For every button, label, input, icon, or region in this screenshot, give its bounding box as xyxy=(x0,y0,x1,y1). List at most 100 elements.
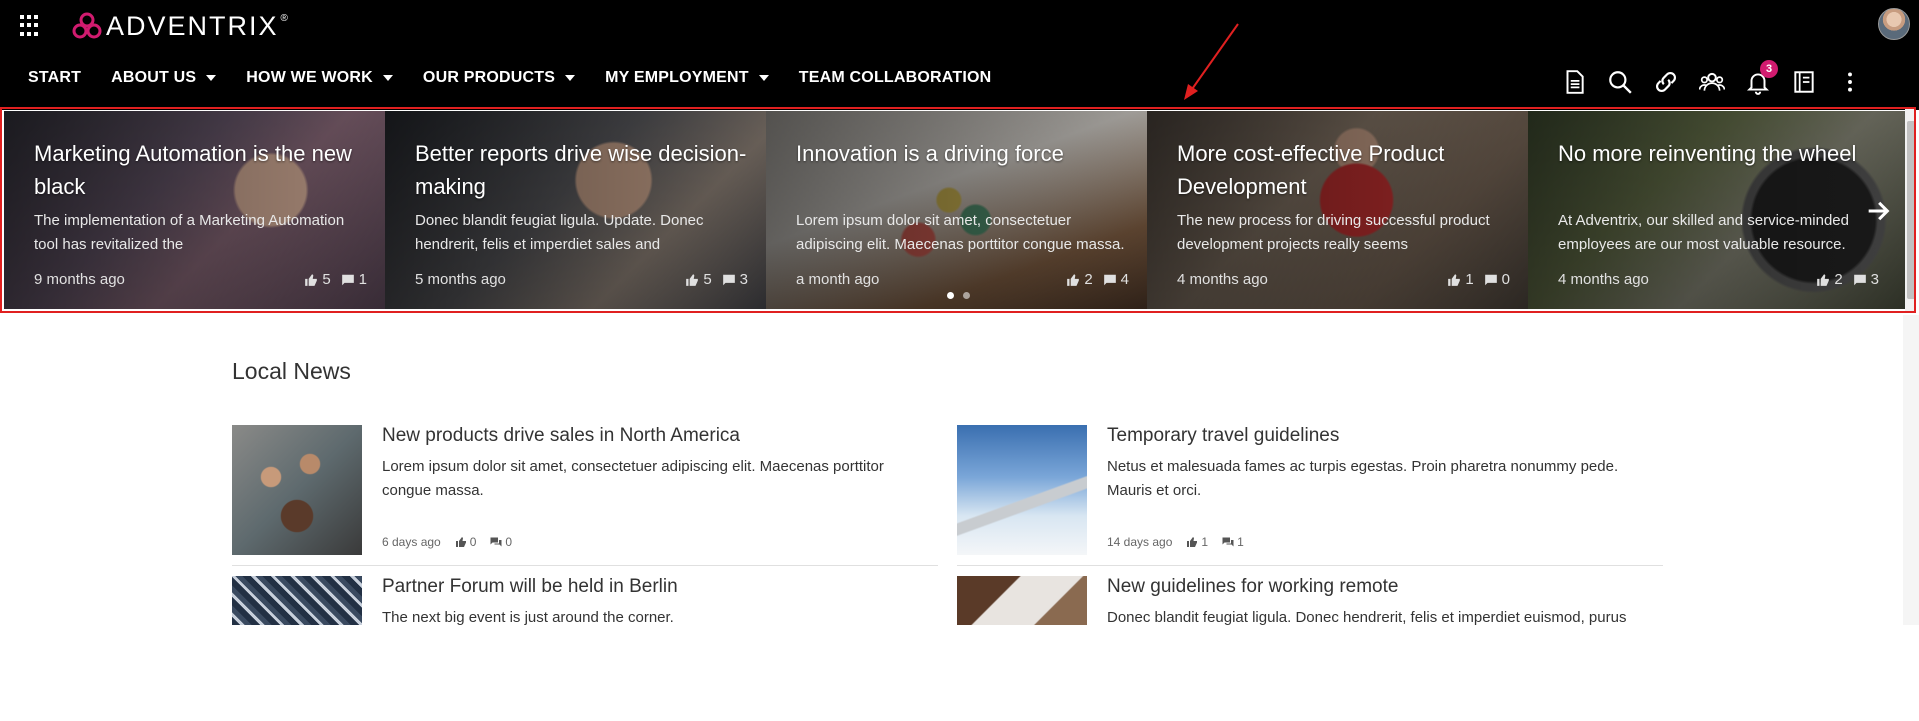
slide-excerpt: Donec blandit feugiat ligula. Update. Do… xyxy=(415,212,704,253)
news-excerpt: The next big event is just around the co… xyxy=(382,609,674,626)
carousel-slide[interactable]: More cost-effective Product Development … xyxy=(1147,111,1528,309)
document-button[interactable] xyxy=(1560,68,1588,96)
more-vertical-icon xyxy=(1848,72,1852,92)
notification-badge: 3 xyxy=(1760,60,1778,78)
search-icon xyxy=(1609,71,1632,94)
comment-icon xyxy=(1103,274,1116,285)
nav-about-us[interactable]: ABOUT US xyxy=(111,69,217,87)
notebook-button[interactable] xyxy=(1790,68,1818,96)
news-item[interactable]: New products drive sales in North Americ… xyxy=(232,425,938,570)
news-divider xyxy=(957,565,1663,566)
carousel-dot[interactable] xyxy=(947,292,954,299)
logo-mark-icon xyxy=(72,12,102,39)
slide-stats: 2 4 xyxy=(1056,271,1129,288)
slide-excerpt: The new process for driving successful p… xyxy=(1177,212,1490,253)
comment-icon xyxy=(1484,274,1497,285)
slide-stats: 2 3 xyxy=(1806,271,1879,288)
news-date: 14 days ago xyxy=(1107,535,1173,549)
slide-comment-count: 3 xyxy=(1870,271,1879,288)
news-thumbnail xyxy=(232,425,362,555)
notebook-icon xyxy=(1794,71,1814,93)
slide-like-count: 5 xyxy=(703,271,712,288)
search-button[interactable] xyxy=(1606,68,1634,96)
people-button[interactable] xyxy=(1698,68,1726,96)
nav-start[interactable]: START xyxy=(28,69,81,87)
logo[interactable]: ADVENTRIX ® xyxy=(72,10,288,42)
news-carousel: Marketing Automation is the new black Th… xyxy=(0,107,1916,313)
news-item[interactable]: Partner Forum will be held in Berlin The… xyxy=(232,576,938,721)
thumbs-up-icon xyxy=(1448,273,1461,286)
comments-icon xyxy=(1222,537,1234,547)
app-launcher-icon[interactable] xyxy=(20,15,42,37)
carousel-pagination xyxy=(947,292,979,299)
news-thumbnail xyxy=(957,425,1087,555)
caret-down-icon xyxy=(206,75,217,81)
nav-our-products[interactable]: OUR PRODUCTS xyxy=(422,69,576,87)
nav-label: TEAM COLLABORATION xyxy=(798,69,992,86)
news-item[interactable]: New guidelines for working remote Donec … xyxy=(957,576,1663,721)
news-title: Partner Forum will be held in Berlin xyxy=(382,576,678,597)
carousel-slide[interactable]: Better reports drive wise decision-makin… xyxy=(385,111,766,309)
news-meta: 14 days ago 1 1 xyxy=(1107,535,1244,549)
slide-date: a month ago xyxy=(796,271,880,288)
header-toolbar: 3 xyxy=(1560,60,1882,96)
slide-comment-count: 1 xyxy=(358,271,367,288)
slide-title: Better reports drive wise decision-makin… xyxy=(415,141,747,199)
carousel-slide[interactable]: Marketing Automation is the new black Th… xyxy=(4,111,385,309)
news-thumbnail xyxy=(957,576,1087,625)
slide-title: More cost-effective Product Development xyxy=(1177,141,1445,199)
slide-like-count: 1 xyxy=(1465,271,1474,288)
news-divider xyxy=(232,565,938,566)
news-thumbnail xyxy=(232,576,362,625)
nav-label: ABOUT US xyxy=(111,69,197,86)
slide-title: Marketing Automation is the new black xyxy=(34,141,352,199)
carousel-next-icon[interactable] xyxy=(1864,197,1892,225)
slide-comment-count: 3 xyxy=(739,271,748,288)
notifications-button[interactable]: 3 xyxy=(1744,60,1778,96)
news-excerpt: Donec blandit feugiat ligula. Donec hend… xyxy=(1107,609,1627,626)
news-item[interactable]: Temporary travel guidelines Netus et mal… xyxy=(957,425,1663,570)
thumbs-up-icon xyxy=(455,537,466,547)
slide-like-count: 5 xyxy=(322,271,331,288)
slide-excerpt: At Adventrix, our skilled and service-mi… xyxy=(1558,212,1849,253)
thumbs-up-icon xyxy=(1817,273,1830,286)
thumbs-up-icon xyxy=(305,273,318,286)
page-scrollbar[interactable] xyxy=(1903,315,1919,625)
nav-my-employment[interactable]: MY EMPLOYMENT xyxy=(605,69,769,87)
slide-date: 9 months ago xyxy=(34,271,125,288)
nav-label: START xyxy=(28,69,82,86)
more-button[interactable] xyxy=(1836,68,1864,96)
news-title: New products drive sales in North Americ… xyxy=(382,425,740,446)
carousel-slide[interactable]: Innovation is a driving force Lorem ipsu… xyxy=(766,111,1147,309)
news-excerpt: Lorem ipsum dolor sit amet, consectetuer… xyxy=(382,458,884,499)
slide-date: 5 months ago xyxy=(415,271,506,288)
nav-how-we-work[interactable]: HOW WE WORK xyxy=(246,69,393,87)
carousel-dot[interactable] xyxy=(963,292,970,299)
carousel-scroll-thumb[interactable] xyxy=(1907,121,1914,299)
slide-like-count: 2 xyxy=(1834,271,1843,288)
slide-stats: 5 1 xyxy=(294,271,367,288)
user-avatar[interactable] xyxy=(1878,8,1910,40)
slide-excerpt: The implementation of a Marketing Automa… xyxy=(34,212,345,253)
news-date: 6 days ago xyxy=(382,535,441,549)
news-comment-count: 0 xyxy=(505,535,513,549)
nav-label: HOW WE WORK xyxy=(246,69,373,86)
main-nav: START ABOUT US HOW WE WORK OUR PRODUCTS … xyxy=(28,66,1021,90)
comment-icon xyxy=(722,274,735,285)
logo-text: ADVENTRIX xyxy=(106,10,279,41)
slide-comment-count: 4 xyxy=(1120,271,1129,288)
news-meta: 6 days ago 0 0 xyxy=(382,535,512,549)
slide-date: 4 months ago xyxy=(1177,271,1268,288)
slide-like-count: 2 xyxy=(1084,271,1093,288)
nav-label: OUR PRODUCTS xyxy=(422,69,556,86)
slide-comment-count: 0 xyxy=(1501,271,1510,288)
nav-team-collaboration[interactable]: TEAM COLLABORATION xyxy=(799,69,992,87)
links-button[interactable] xyxy=(1652,68,1680,96)
people-icon xyxy=(1699,72,1725,91)
comment-icon xyxy=(1853,274,1866,285)
news-comment-count: 1 xyxy=(1237,535,1244,549)
carousel-slide[interactable]: No more reinventing the wheel At Adventr… xyxy=(1528,111,1909,309)
carousel-track: Marketing Automation is the new black Th… xyxy=(4,111,1909,309)
caret-down-icon xyxy=(758,75,769,81)
comment-icon xyxy=(341,274,354,285)
